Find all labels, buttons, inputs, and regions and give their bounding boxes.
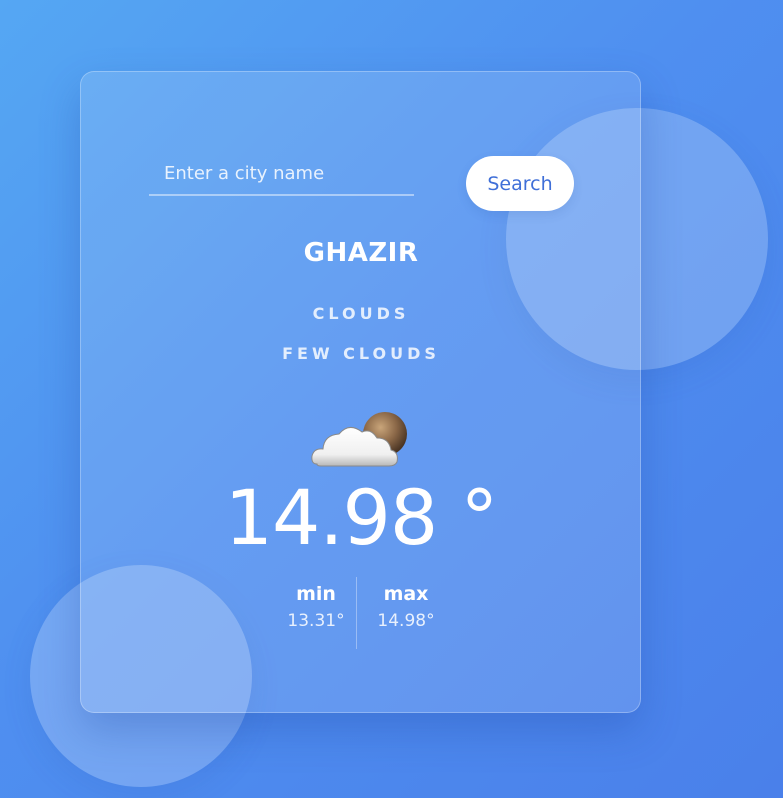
search-button[interactable]: Search [466,156,574,211]
city-name: GHAZIR [303,238,419,268]
min-label: min [296,583,336,605]
few-clouds-icon [311,412,407,467]
min-max-panel: min 13.31° max 14.98° [271,577,451,649]
weather-card: Search GHAZIR CLOUDS FEW CLOUDS 14.98 ° … [80,71,641,713]
weather-main-condition: CLOUDS [312,304,410,323]
max-value: 14.98° [377,611,435,631]
max-temperature: max 14.98° [361,577,451,631]
min-max-divider [356,577,357,649]
max-label: max [383,583,429,605]
city-search-input[interactable] [149,152,414,196]
weather-description: FEW CLOUDS [282,344,440,363]
min-value: 13.31° [287,611,345,631]
min-temperature: min 13.31° [271,577,361,631]
temperature-value: 14.98 ° [224,473,499,562]
